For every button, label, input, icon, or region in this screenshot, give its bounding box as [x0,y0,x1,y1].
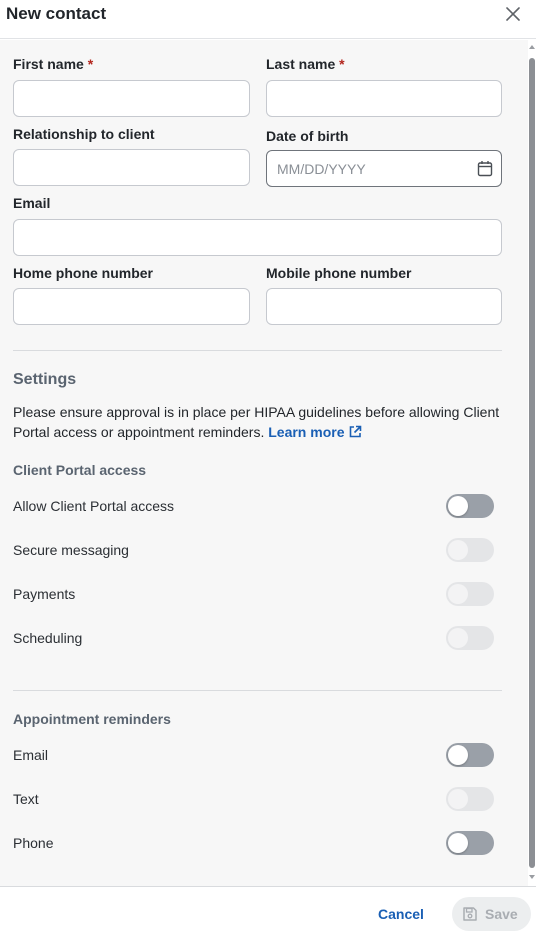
payments-label: Payments [13,586,76,602]
last-name-label-text: Last name [266,56,336,72]
scrollbar[interactable] [528,40,536,886]
allow-portal-label: Allow Client Portal access [13,498,175,514]
learn-more-link[interactable]: Learn more [268,424,362,440]
reminder-email-toggle[interactable] [446,743,494,767]
scroll-up-arrow-icon[interactable] [528,42,536,52]
required-mark: * [339,56,345,72]
allow-portal-toggle[interactable] [446,494,494,518]
reminder-phone-label: Phone [13,835,54,851]
toggle-knob [448,833,468,853]
dialog-body: First name * Last name * Relationship to… [0,40,528,886]
save-button-label: Save [485,906,518,922]
learn-more-text: Learn more [268,424,345,440]
reminder-phone-toggle[interactable] [446,831,494,855]
last-name-input[interactable] [266,80,502,117]
cancel-button[interactable]: Cancel [378,906,424,922]
reminder-email-label: Email [13,747,49,763]
home-phone-input[interactable] [13,288,250,325]
scheduling-label: Scheduling [13,630,83,646]
date-of-birth-placeholder: MM/DD/YYYY [277,161,366,177]
hipaa-notice: Please ensure approval is in place per H… [13,402,503,442]
date-of-birth-input[interactable]: MM/DD/YYYY [266,150,502,187]
close-icon[interactable] [502,3,524,25]
divider [13,350,502,351]
floppy-disk-icon [463,907,477,921]
save-button[interactable]: Save [452,897,531,931]
first-name-label: First name * [13,56,93,72]
toggle-knob [448,628,468,648]
mobile-phone-label: Mobile phone number [266,265,412,281]
relationship-label: Relationship to client [13,126,155,142]
scroll-thumb[interactable] [529,58,535,868]
appointment-reminders-title: Appointment reminders [13,711,171,727]
calendar-icon[interactable] [477,160,493,177]
toggle-knob [448,496,468,516]
dialog-header: New contact [0,0,536,39]
toggle-knob [448,789,468,809]
dialog-title: New contact [6,4,107,23]
secure-messaging-toggle[interactable] [446,538,494,562]
secure-messaging-label: Secure messaging [13,542,129,558]
scheduling-toggle[interactable] [446,626,494,650]
date-of-birth-label: Date of birth [266,128,349,144]
external-link-icon [350,425,362,438]
reminder-text-label: Text [13,791,39,807]
email-label: Email [13,195,51,211]
reminder-text-toggle[interactable] [446,787,494,811]
last-name-label: Last name * [266,56,345,72]
scroll-down-arrow-icon[interactable] [528,872,536,882]
first-name-input[interactable] [13,80,250,117]
hipaa-notice-text: Please ensure approval is in place per H… [13,404,500,440]
divider [13,690,502,691]
toggle-knob [448,540,468,560]
relationship-input[interactable] [13,149,250,186]
client-portal-title: Client Portal access [13,462,147,478]
email-input[interactable] [13,219,502,256]
first-name-label-text: First name [13,56,84,72]
dialog-footer: Cancel Save [0,886,536,941]
toggle-knob [448,584,468,604]
payments-toggle[interactable] [446,582,494,606]
home-phone-label: Home phone number [13,265,154,281]
toggle-knob [448,745,468,765]
settings-title: Settings [13,371,77,388]
mobile-phone-input[interactable] [266,288,502,325]
required-mark: * [87,56,94,72]
